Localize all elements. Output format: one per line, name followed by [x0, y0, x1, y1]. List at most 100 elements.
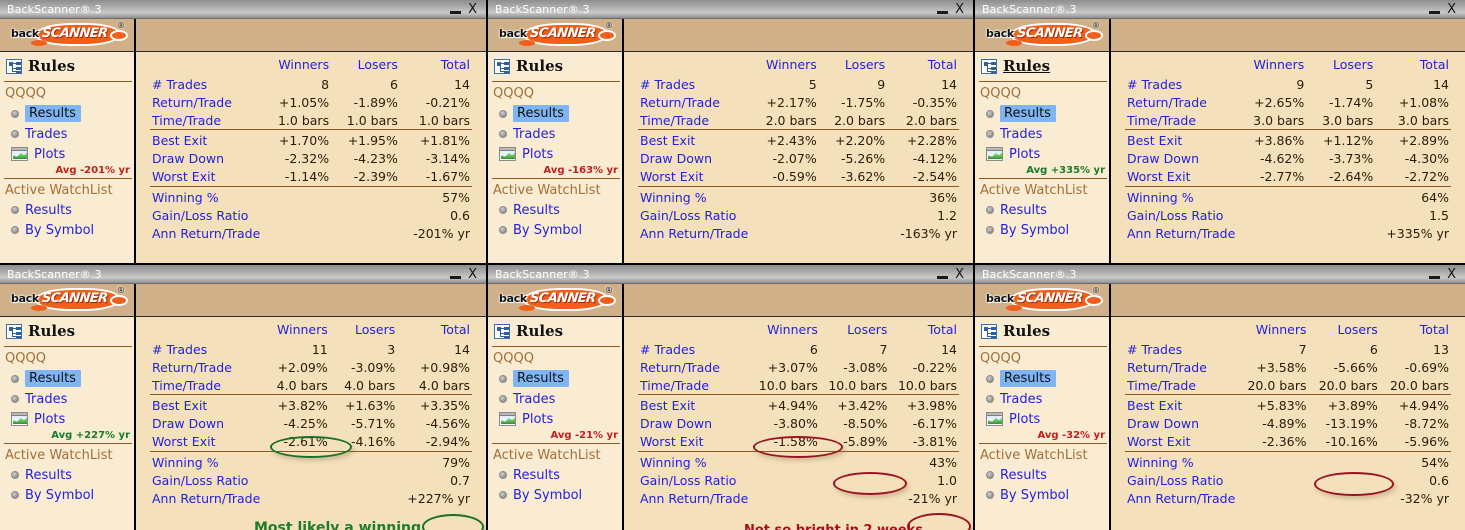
sidebar-item-wl-results[interactable]: Results [975, 465, 1109, 485]
summary-value: 64% [1375, 185, 1451, 206]
table-header-row: Winners Losers Total [638, 321, 959, 340]
radio-button-icon[interactable] [499, 130, 507, 138]
rules-header[interactable]: Rules [0, 317, 134, 344]
cell-value: -4.25% [283, 416, 328, 431]
sidebar-item-wl-bysymbol[interactable]: By Symbol [0, 220, 134, 240]
rules-header[interactable]: Rules [975, 317, 1109, 344]
summary-spacer [329, 450, 398, 471]
radio-button-icon[interactable] [986, 395, 994, 403]
radio-button-icon[interactable] [11, 226, 19, 234]
radio-button-icon[interactable] [986, 130, 994, 138]
radio-button-icon[interactable] [986, 206, 994, 214]
table-header-row: Winners Losers Total [1125, 56, 1451, 75]
radio-button-icon[interactable] [499, 226, 507, 234]
sidebar-item-trades[interactable]: Trades [0, 389, 134, 409]
radio-button-icon[interactable] [11, 491, 19, 499]
radio-button-icon[interactable] [986, 491, 994, 499]
sidebar-item-results[interactable]: Results [975, 368, 1109, 389]
radio-button-icon[interactable] [499, 374, 507, 383]
cell-value: +4.94% [1379, 394, 1451, 415]
sidebar-item-trades[interactable]: Trades [0, 124, 134, 144]
rules-header[interactable]: Rules [488, 52, 622, 79]
column-header: Winners [277, 322, 328, 337]
sidebar-item-plots[interactable]: Plots [0, 144, 134, 164]
row-label: Best Exit [638, 394, 751, 415]
radio-button-icon[interactable] [11, 206, 19, 214]
minimize-icon[interactable] [1429, 275, 1441, 279]
table-summary-row: Ann Return/Trade -32% yr [1125, 489, 1451, 507]
sidebar-item-results[interactable]: Results [975, 103, 1109, 124]
sidebar-item-wl-bysymbol[interactable]: By Symbol [488, 220, 622, 240]
sidebar-item-wl-bysymbol[interactable]: By Symbol [975, 485, 1109, 505]
row-label: Return/Trade [152, 94, 232, 110]
radio-button-icon[interactable] [499, 395, 507, 403]
radio-button-icon[interactable] [986, 471, 994, 479]
window-title: BackScanner®.3 [982, 267, 1077, 281]
radio-button-icon[interactable] [11, 471, 19, 479]
sidebar-item-wl-results[interactable]: Results [488, 200, 622, 220]
column-header: Winners [1255, 322, 1307, 337]
minimize-icon[interactable] [450, 275, 462, 279]
sidebar-item-wl-results[interactable]: Results [0, 465, 134, 485]
cell-value: +2.43% [750, 129, 819, 150]
sidebar-item-label: By Symbol [1000, 222, 1070, 238]
sidebar: back SCANNER ® Rules QQQQ Results Trades Plots A… [0, 284, 136, 530]
minimize-icon[interactable] [1429, 10, 1441, 14]
radio-button-icon[interactable] [11, 130, 19, 138]
sidebar-item-wl-bysymbol[interactable]: By Symbol [975, 220, 1109, 240]
sidebar-item-wl-results[interactable]: Results [975, 200, 1109, 220]
radio-button-icon[interactable] [986, 374, 994, 383]
close-icon[interactable]: X [1447, 3, 1456, 16]
summary-spacer [1306, 224, 1375, 242]
sidebar-item-wl-bysymbol[interactable]: By Symbol [0, 485, 134, 505]
sidebar-item-results[interactable]: Results [0, 368, 134, 389]
cell-value: 1.0 bars [346, 112, 398, 128]
sidebar: back SCANNER ® Rules QQQQ Results Trades Plots A… [488, 19, 624, 263]
registered-mark: ® [1092, 21, 1100, 30]
summary-spacer [1237, 224, 1306, 242]
radio-button-icon[interactable] [499, 491, 507, 499]
close-icon[interactable]: X [468, 3, 477, 16]
sidebar-item-wl-results[interactable]: Results [488, 465, 622, 485]
summary-label: Ann Return/Trade [640, 490, 749, 506]
sidebar-item-trades[interactable]: Trades [975, 389, 1109, 409]
table-head: Winners Losers Total [150, 321, 472, 340]
radio-button-icon[interactable] [499, 471, 507, 479]
radio-button-icon[interactable] [499, 206, 507, 214]
close-icon[interactable]: X [468, 268, 477, 281]
sidebar-item-results[interactable]: Results [488, 368, 622, 389]
radio-button-icon[interactable] [499, 109, 507, 118]
close-icon[interactable]: X [955, 3, 964, 16]
radio-button-icon[interactable] [11, 109, 19, 118]
radio-button-icon[interactable] [11, 395, 19, 403]
rules-header[interactable]: Rules [488, 317, 622, 344]
radio-button-icon[interactable] [986, 226, 994, 234]
group-title-qqqq: QQQQ [493, 86, 534, 101]
close-icon[interactable]: X [955, 268, 964, 281]
sidebar-item-plots[interactable]: Plots [975, 409, 1109, 429]
sidebar-item-plots[interactable]: Plots [488, 409, 622, 429]
minimize-icon[interactable] [450, 10, 462, 14]
row-label: Worst Exit [1127, 434, 1191, 449]
sidebar-item-plots[interactable]: Plots [488, 144, 622, 164]
radio-button-icon[interactable] [11, 374, 19, 383]
rules-header[interactable]: Rules [0, 52, 134, 79]
registered-mark: ® [117, 286, 125, 295]
table-row: Best Exit +5.83% +3.89% +4.94% [1125, 394, 1451, 415]
minimize-icon[interactable] [937, 275, 949, 279]
rules-header[interactable]: Rules [975, 52, 1109, 79]
close-icon[interactable]: X [1447, 268, 1456, 281]
radio-button-icon[interactable] [986, 109, 994, 118]
sidebar-item-trades[interactable]: Trades [488, 389, 622, 409]
sidebar-item-plots[interactable]: Plots [0, 409, 134, 429]
sidebar-item-wl-bysymbol[interactable]: By Symbol [488, 485, 622, 505]
cell-value: +2.20% [818, 129, 888, 150]
sidebar-item-results[interactable]: Results [0, 103, 134, 124]
sidebar-item-results[interactable]: Results [488, 103, 622, 124]
sidebar-item-trades[interactable]: Trades [975, 124, 1109, 144]
table-summary-row: Winning % 79% [150, 450, 472, 471]
sidebar-item-plots[interactable]: Plots [975, 144, 1109, 164]
sidebar-item-trades[interactable]: Trades [488, 124, 622, 144]
sidebar-item-wl-results[interactable]: Results [0, 200, 134, 220]
minimize-icon[interactable] [937, 10, 949, 14]
